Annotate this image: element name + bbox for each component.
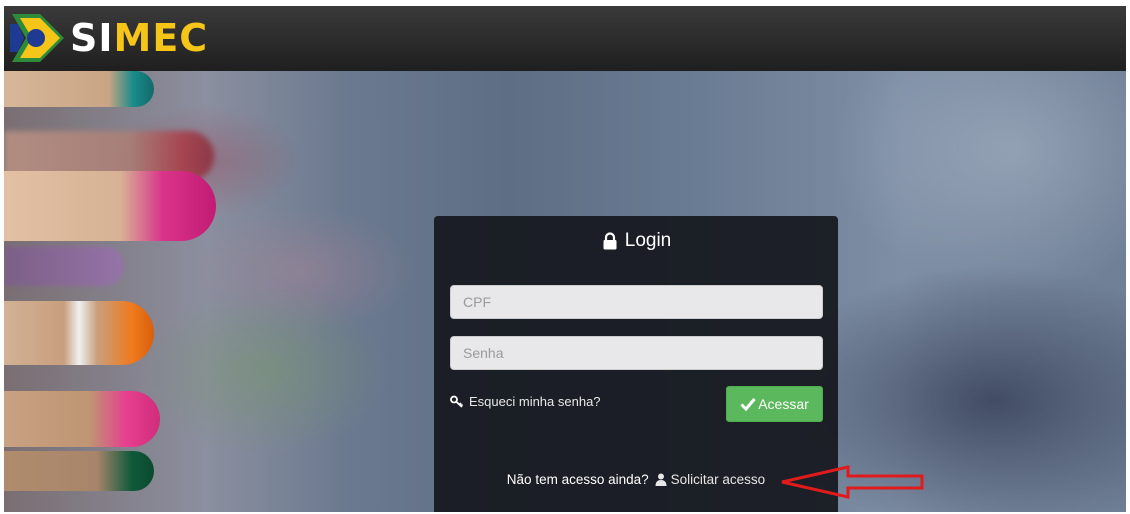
- red-arrow-icon: [781, 465, 924, 499]
- check-icon: [740, 398, 756, 411]
- pencil-pink: [4, 391, 160, 447]
- pencil-green: [4, 451, 154, 491]
- pencil-teal: [4, 71, 154, 107]
- logo-text-si: SI: [70, 16, 114, 60]
- request-access-prompt: Não tem acesso ainda?: [506, 472, 649, 487]
- request-access-row: Não tem acesso ainda? Solicitar acesso: [434, 472, 838, 487]
- top-navbar: SIMEC: [4, 6, 1126, 72]
- request-access-link-text: Solicitar acesso: [670, 472, 766, 487]
- logo-wordmark: SIMEC: [70, 19, 208, 57]
- acessar-button[interactable]: Acessar: [726, 386, 823, 422]
- brazil-flag-logo-icon: [10, 14, 64, 62]
- simec-logo[interactable]: SIMEC: [10, 12, 208, 64]
- cpf-input[interactable]: [450, 285, 823, 319]
- logo-text-mec: MEC: [113, 16, 209, 60]
- login-title: Login: [434, 230, 838, 252]
- pencil-magenta: [4, 171, 216, 241]
- forgot-password-link[interactable]: Esqueci minha senha?: [450, 394, 601, 409]
- request-access-link[interactable]: Solicitar acesso: [655, 472, 766, 487]
- acessar-button-label: Acessar: [758, 396, 809, 412]
- login-panel: Login Esqueci minha senha? Acessar Não t…: [434, 216, 838, 512]
- login-title-text: Login: [624, 230, 672, 251]
- password-input[interactable]: [450, 336, 823, 370]
- pencil-orange: [4, 301, 154, 365]
- lock-icon: [603, 232, 617, 250]
- pencil-purple: [4, 246, 124, 286]
- forgot-password-text: Esqueci minha senha?: [469, 394, 601, 409]
- user-icon: [655, 473, 667, 486]
- page: SIMEC Login Esqueci minha: [4, 6, 1126, 512]
- key-icon: [450, 395, 464, 408]
